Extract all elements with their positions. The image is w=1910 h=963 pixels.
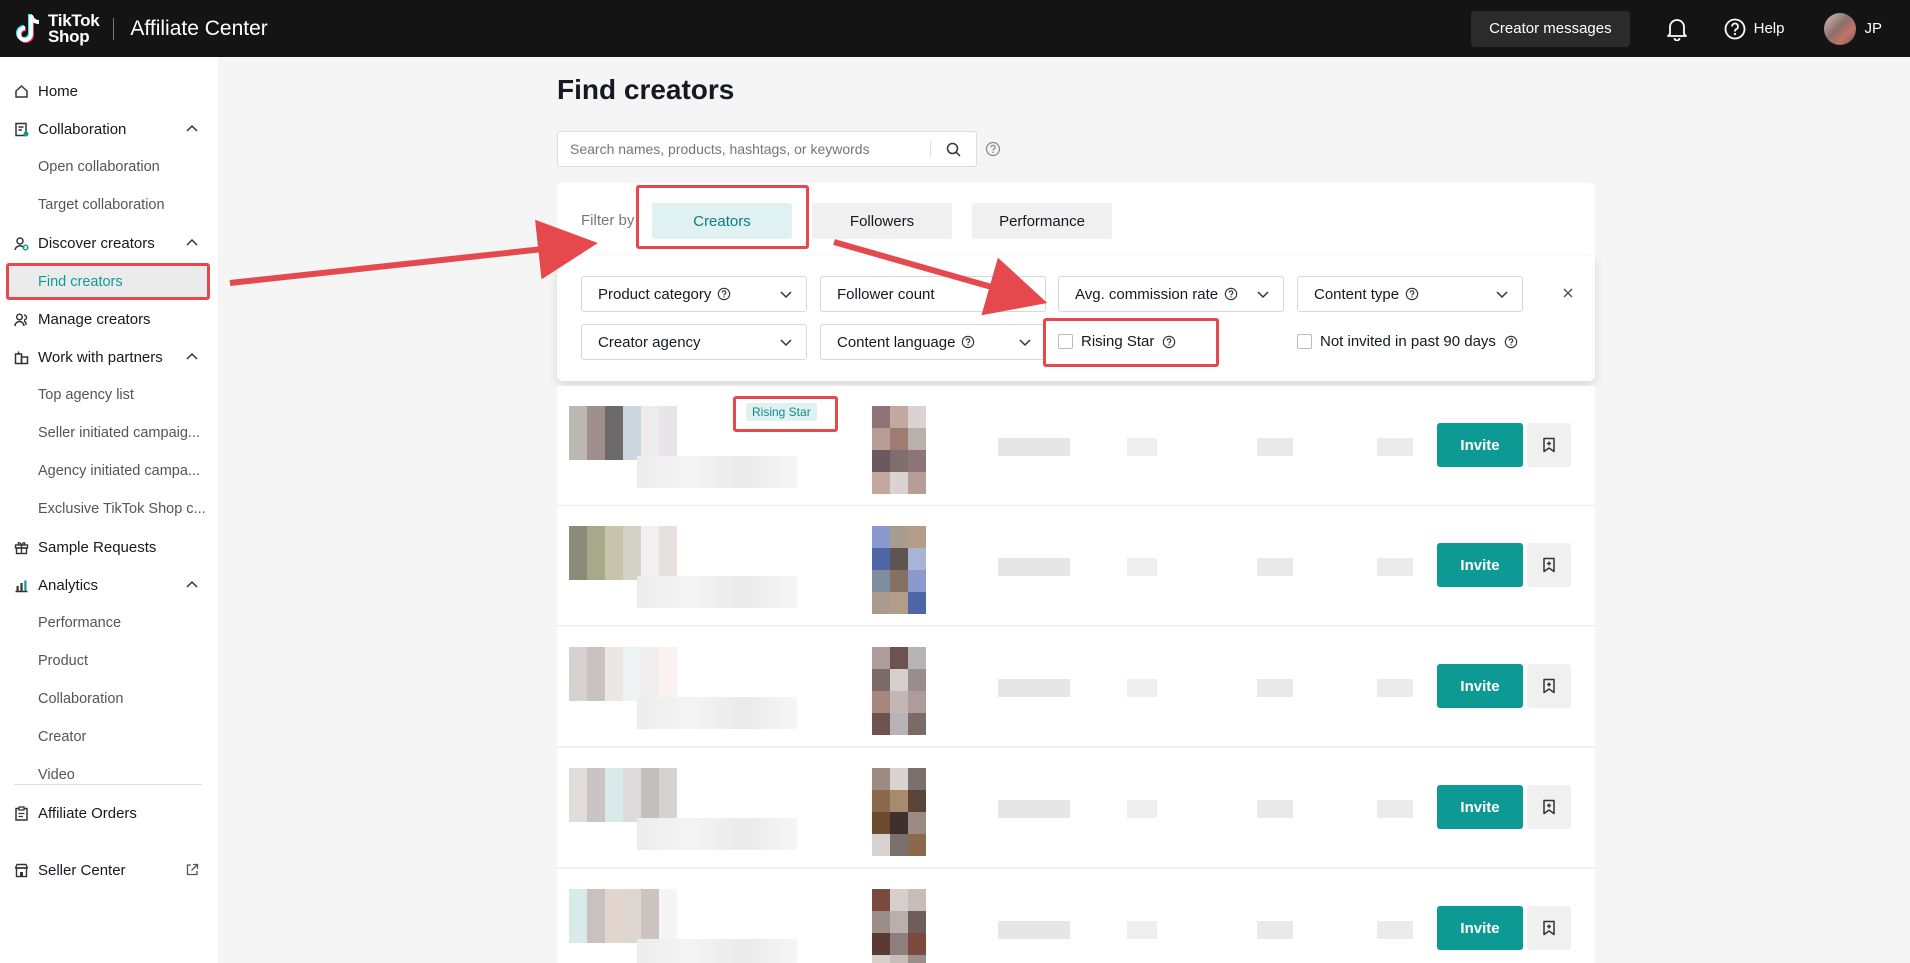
- annotation-arrows: [229, 219, 1048, 316]
- arrow-to-rising-star: [833, 239, 1048, 316]
- arrow-to-creators-tab: [229, 219, 598, 286]
